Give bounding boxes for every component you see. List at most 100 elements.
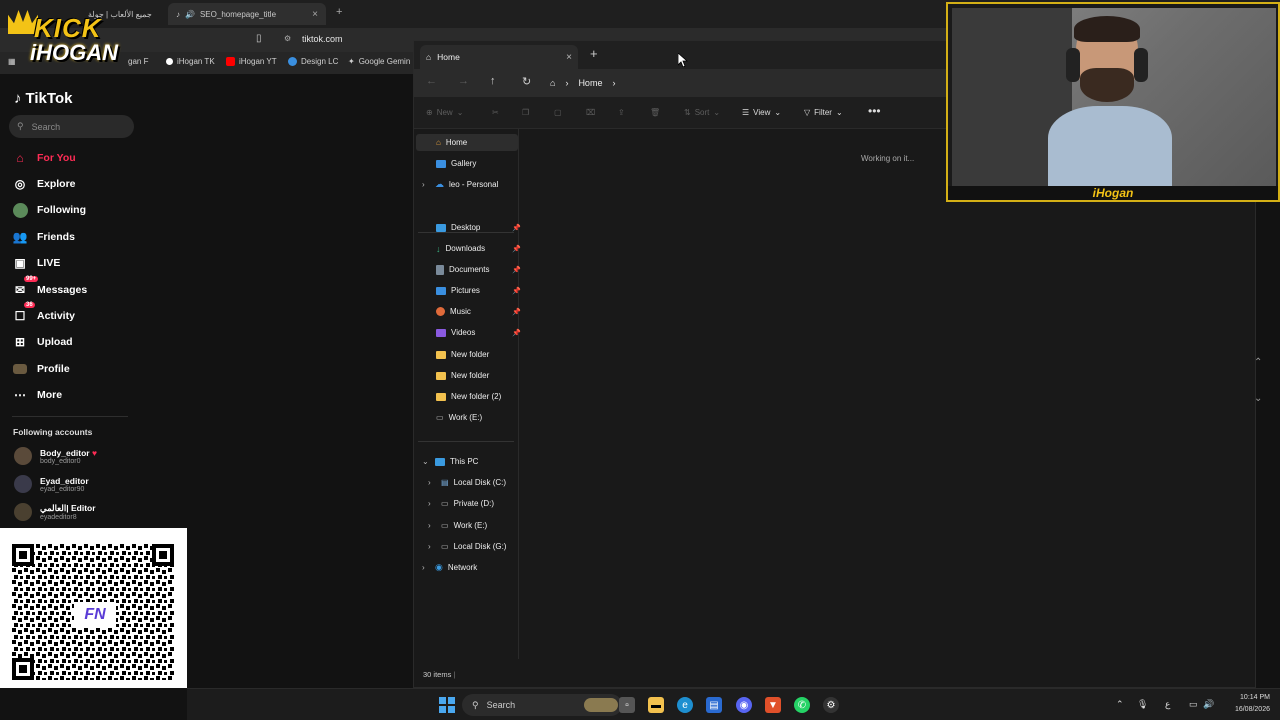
chevron-down-icon[interactable]: ⌄ xyxy=(422,457,430,466)
chevron-right-icon[interactable]: › xyxy=(428,521,436,530)
nav-desktop[interactable]: Desktop 📌 xyxy=(436,219,521,236)
clock[interactable]: 10:14 PM 16/08/2026 xyxy=(1235,692,1270,716)
account-handle: eyad_editor90 xyxy=(40,485,85,493)
nav-live[interactable]: ▣ LIVE xyxy=(12,253,60,273)
chevron-right-icon[interactable]: › xyxy=(422,563,430,572)
nav-messages[interactable]: ✉ 99+ Messages xyxy=(12,276,87,300)
file-explorer-icon[interactable]: ▬ xyxy=(648,697,664,713)
pin-icon[interactable]: 📌 xyxy=(512,224,521,232)
folder-icon xyxy=(436,392,446,401)
windows-start-icon[interactable] xyxy=(439,697,455,713)
store-icon[interactable]: ▤ xyxy=(706,697,722,713)
nav-upload[interactable]: ⊞ Upload xyxy=(12,332,73,352)
discord-icon[interactable]: ◉ xyxy=(736,697,752,713)
chevron-right-icon[interactable]: › xyxy=(428,542,436,551)
language-indicator[interactable]: ع xyxy=(1165,699,1170,710)
nav-explore[interactable]: ◎ Explore xyxy=(12,174,76,194)
refresh-icon[interactable]: ↻ xyxy=(522,75,531,88)
home-icon[interactable]: ⌂ xyxy=(550,78,555,88)
nav-friends[interactable]: 👥 Friends xyxy=(12,227,75,247)
nav-folder[interactable]: New folder (2) xyxy=(436,388,501,405)
nav-more[interactable]: ⋯ More xyxy=(12,385,62,405)
new-tab-button[interactable]: + xyxy=(336,6,342,18)
network-icon[interactable]: ▭ xyxy=(1189,699,1198,710)
share-icon[interactable]: ⇪ xyxy=(618,108,625,117)
address-text[interactable]: tiktok.com xyxy=(302,34,343,44)
close-tab-icon[interactable]: × xyxy=(312,9,318,20)
back-icon[interactable]: ← xyxy=(426,75,437,87)
tiktok-search-input[interactable]: ⚲ Search xyxy=(9,115,134,138)
bookmark-item[interactable]: Design LC xyxy=(288,57,338,66)
pin-icon[interactable]: 📌 xyxy=(512,329,521,337)
streamer-image xyxy=(1048,16,1172,186)
edge-icon[interactable]: e xyxy=(677,697,693,713)
chevron-right-icon[interactable]: › xyxy=(422,180,430,189)
nav-folder[interactable]: New folder xyxy=(436,346,489,363)
following-account[interactable]: Eyad_editor eyad_editor90 xyxy=(14,475,89,493)
app-icon[interactable]: ⚙ xyxy=(823,697,839,713)
nav-this-pc[interactable]: ⌄ This PC xyxy=(422,453,478,470)
nav-downloads[interactable]: ↓ Downloads 📌 xyxy=(436,240,521,257)
pin-icon[interactable]: 📌 xyxy=(512,287,521,295)
whatsapp-icon[interactable]: ✆ xyxy=(794,697,810,713)
bookmark-item[interactable]: ✦ Google Gemin xyxy=(348,57,410,66)
nav-profile[interactable]: Profile xyxy=(12,359,70,379)
nav-drive[interactable]: › ▭ Work (E:) xyxy=(428,517,487,534)
taskbar-search[interactable]: ⚲ Search xyxy=(462,694,622,716)
chevron-right-icon[interactable]: › xyxy=(428,499,436,508)
task-view-icon[interactable]: ▫ xyxy=(619,697,635,713)
up-icon[interactable]: ↑ xyxy=(490,75,496,87)
nav-drive[interactable]: › ▤ Local Disk (C:) xyxy=(428,474,506,491)
cut-icon[interactable]: ✂ xyxy=(492,108,499,117)
chevron-right-icon[interactable]: › xyxy=(612,78,615,88)
nav-pictures[interactable]: Pictures 📌 xyxy=(436,282,521,299)
chevron-down-icon[interactable]: ⌄ xyxy=(1254,393,1262,404)
pin-icon[interactable]: 📌 xyxy=(512,308,521,316)
pin-icon[interactable]: 📌 xyxy=(512,266,521,274)
nav-home[interactable]: ⌂ Home xyxy=(416,134,518,151)
nav-videos[interactable]: Videos 📌 xyxy=(436,324,521,341)
paste-icon[interactable]: ▢ xyxy=(554,108,562,117)
nav-gallery[interactable]: Gallery xyxy=(436,155,476,172)
bookmark-item[interactable]: iHogan YT xyxy=(226,57,277,66)
nav-drive[interactable]: ▭ Work (E:) xyxy=(436,409,482,426)
chevron-right-icon[interactable]: › xyxy=(428,478,436,487)
breadcrumb[interactable]: ⌂ › Home › xyxy=(550,73,615,93)
nav-for-you[interactable]: ⌂ For You xyxy=(12,148,75,168)
nav-folder[interactable]: New folder xyxy=(436,367,489,384)
pin-icon[interactable]: 📌 xyxy=(512,245,521,253)
nav-activity[interactable]: ☐ 36 Activity xyxy=(12,302,75,326)
rename-icon[interactable]: ⌧ xyxy=(586,108,595,117)
new-tab-button[interactable]: + xyxy=(590,46,598,61)
bookmark-item[interactable]: iHogan TK xyxy=(166,57,215,66)
breadcrumb-home[interactable]: Home xyxy=(578,78,602,88)
microphone-icon[interactable]: 🎙 xyxy=(1137,699,1148,710)
volume-icon[interactable]: 🔊 xyxy=(1203,699,1214,710)
nav-following[interactable]: Following xyxy=(12,200,86,220)
nav-drive[interactable]: › ▭ Private (D:) xyxy=(428,495,494,512)
view-button[interactable]: ☰ View ⌄ xyxy=(742,108,781,117)
explorer-tab[interactable]: ⌂ Home × xyxy=(420,45,578,69)
forward-icon[interactable]: → xyxy=(458,75,469,87)
filter-button[interactable]: ▽ Filter ⌄ xyxy=(804,108,843,117)
brave-icon[interactable]: ▼ xyxy=(765,697,781,713)
new-button[interactable]: ⊕ New ⌄ xyxy=(426,108,463,117)
nav-onedrive[interactable]: › ☁ leo - Personal xyxy=(422,176,498,193)
chevron-up-icon[interactable]: ⌃ xyxy=(1116,699,1124,710)
tiktok-logo[interactable]: ♪ TikTok xyxy=(14,90,72,107)
chevron-up-icon[interactable]: ⌃ xyxy=(1254,357,1262,368)
copy-icon[interactable]: ❐ xyxy=(522,108,529,117)
site-info-icon[interactable]: ⚙ xyxy=(284,34,291,43)
following-account[interactable]: Body_editor ♥ body_editor0 xyxy=(14,447,97,465)
more-options-icon[interactable]: ••• xyxy=(868,104,881,118)
delete-icon[interactable]: 🗑 xyxy=(650,108,660,117)
nav-documents[interactable]: Documents 📌 xyxy=(436,261,521,278)
bookmark-icon[interactable]: ▯ xyxy=(256,33,262,44)
nav-network[interactable]: › ◉ Network xyxy=(422,559,477,576)
nav-music[interactable]: Music 📌 xyxy=(436,303,521,320)
close-tab-icon[interactable]: × xyxy=(566,52,572,63)
following-account[interactable]: العالمي| Editor eyadeditor8 xyxy=(14,503,96,521)
browser-tab-active[interactable]: ♪ 🔊 SEO_homepage_title × xyxy=(168,3,326,25)
sort-button[interactable]: ⇅ Sort ⌄ xyxy=(684,108,720,117)
nav-drive[interactable]: › ▭ Local Disk (G:) xyxy=(428,538,506,555)
